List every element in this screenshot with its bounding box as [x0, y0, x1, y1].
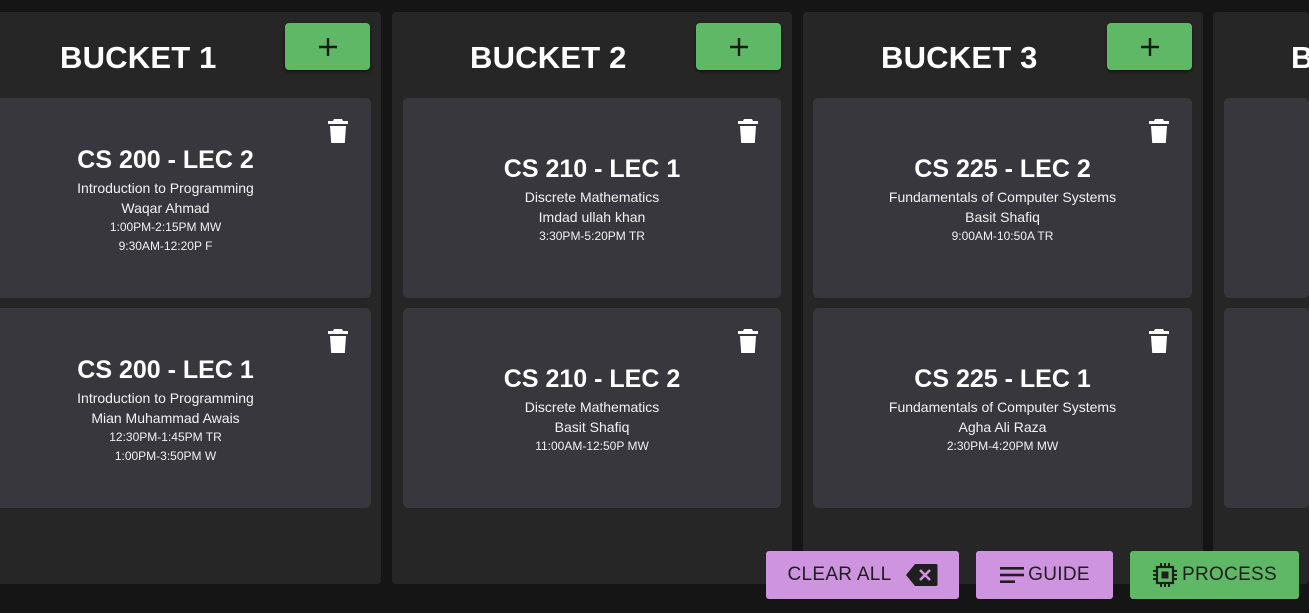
time-slot: 2:30PM-4:20PM MW — [946, 439, 1059, 453]
course-card[interactable] — [1224, 308, 1309, 508]
bucket-title: BUCKET 1 — [60, 40, 217, 75]
plus-icon — [318, 37, 337, 56]
bucket-title: BUCKET 3 — [881, 40, 1038, 75]
clear-all-button[interactable]: CLEAR ALL — [766, 551, 959, 599]
process-button[interactable]: PROCESS — [1130, 551, 1299, 599]
course-card[interactable] — [1224, 98, 1309, 298]
guide-button[interactable]: GUIDE — [976, 551, 1113, 599]
backspace-icon — [905, 564, 938, 586]
course-code: CS 225 - LEC 2 — [914, 155, 1091, 183]
bucket-4: B — [1213, 12, 1309, 584]
course-card[interactable]: CS 200 - LEC 2 Introduction to Programmi… — [0, 98, 371, 298]
card-content: CS 225 - LEC 1 Fundamentals of Computer … — [813, 364, 1192, 456]
course-name: Introduction to Programming — [77, 180, 254, 196]
course-code: CS 210 - LEC 1 — [503, 155, 681, 183]
chip-icon — [1152, 563, 1177, 587]
trash-icon[interactable] — [737, 118, 759, 144]
add-course-button[interactable] — [1107, 23, 1192, 70]
trash-icon[interactable] — [1148, 118, 1170, 144]
trash-icon[interactable] — [327, 118, 349, 144]
time-slot: 9:30AM-12:20P F — [118, 239, 213, 253]
clear-all-label: CLEAR ALL — [787, 564, 892, 585]
course-name: Discrete Mathematics — [524, 189, 660, 205]
instructor-name: Mian Muhammad Awais — [91, 410, 240, 426]
course-name: Fundamentals of Computer Systems — [888, 189, 1117, 205]
plus-icon — [1140, 37, 1159, 56]
time-slot: 1:00PM-3:50PM W — [114, 449, 217, 463]
lines-icon — [1000, 567, 1025, 583]
trash-icon[interactable] — [1148, 328, 1170, 354]
process-label: PROCESS — [1181, 564, 1277, 585]
course-code: CS 200 - LEC 1 — [77, 356, 254, 384]
course-name: Introduction to Programming — [77, 390, 254, 406]
course-name: Fundamentals of Computer Systems — [888, 399, 1117, 415]
time-slot: 1:00PM-2:15PM MW — [109, 220, 222, 234]
card-content: CS 225 - LEC 2 Fundamentals of Computer … — [813, 154, 1192, 246]
time-slot: 3:30PM-5:20PM TR — [539, 229, 645, 243]
bucket-title: BUCKET 2 — [470, 40, 627, 75]
instructor-name: Basit Shafiq — [554, 419, 630, 435]
course-code: CS 225 - LEC 1 — [914, 365, 1091, 393]
course-code: CS 200 - LEC 2 — [77, 146, 254, 174]
bucket-board: BUCKET 1 CS 200 - LEC 2 Introduction to … — [0, 0, 1309, 613]
course-code: CS 210 - LEC 2 — [503, 365, 681, 393]
bucket-3: BUCKET 3 CS 225 - LEC 2 Fundamentals of … — [803, 12, 1203, 584]
instructor-name: Agha Ali Raza — [958, 419, 1047, 435]
trash-icon[interactable] — [327, 328, 349, 354]
course-card[interactable]: CS 200 - LEC 1 Introduction to Programmi… — [0, 308, 371, 508]
bucket-2: BUCKET 2 CS 210 - LEC 1 Discrete Mathema… — [392, 12, 792, 584]
card-content: CS 200 - LEC 2 Introduction to Programmi… — [0, 145, 371, 256]
add-course-button[interactable] — [696, 23, 781, 70]
course-card[interactable]: CS 210 - LEC 1 Discrete Mathematics Imda… — [403, 98, 781, 298]
instructor-name: Imdad ullah khan — [538, 209, 646, 225]
add-course-button[interactable] — [285, 23, 370, 70]
time-slot: 11:00AM-12:50P MW — [535, 439, 649, 453]
course-card[interactable]: CS 210 - LEC 2 Discrete Mathematics Basi… — [403, 308, 781, 508]
card-content: CS 210 - LEC 2 Discrete Mathematics Basi… — [403, 364, 781, 456]
time-slot: 9:00AM-10:50A TR — [951, 229, 1054, 243]
instructor-name: Basit Shafiq — [965, 209, 1040, 225]
card-content: CS 200 - LEC 1 Introduction to Programmi… — [0, 355, 371, 466]
guide-label: GUIDE — [1028, 564, 1090, 585]
instructor-name: Waqar Ahmad — [121, 200, 210, 216]
time-slot: 12:30PM-1:45PM TR — [109, 430, 222, 444]
trash-icon[interactable] — [737, 328, 759, 354]
bucket-1: BUCKET 1 CS 200 - LEC 2 Introduction to … — [0, 12, 381, 584]
bucket-title: B — [1291, 40, 1309, 75]
course-name: Discrete Mathematics — [524, 399, 660, 415]
plus-icon — [729, 37, 748, 56]
course-card[interactable]: CS 225 - LEC 1 Fundamentals of Computer … — [813, 308, 1192, 508]
card-content: CS 210 - LEC 1 Discrete Mathematics Imda… — [403, 154, 781, 246]
course-card[interactable]: CS 225 - LEC 2 Fundamentals of Computer … — [813, 98, 1192, 298]
